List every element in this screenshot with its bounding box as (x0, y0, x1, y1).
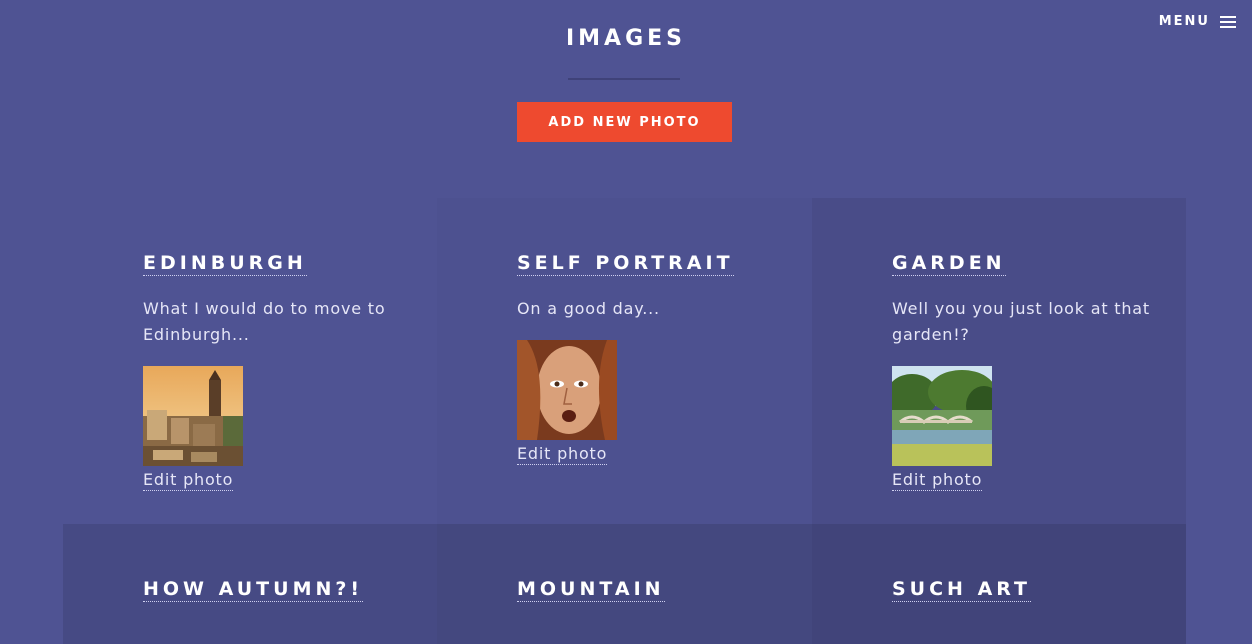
add-new-photo-button[interactable]: ADD NEW PHOTO (517, 102, 732, 142)
photo-grid: EDINBURGH What I would do to move to Edi… (63, 198, 1186, 644)
garden-photo[interactable] (892, 366, 992, 466)
edinburgh-photo[interactable] (143, 366, 243, 466)
edit-photo-link[interactable]: Edit photo (517, 444, 608, 465)
card-title[interactable]: SUCH ART (892, 577, 1032, 602)
photo-card-mountain: MOUNTAIN (437, 524, 812, 644)
card-description: What I would do to move to Edinburgh... (143, 299, 386, 344)
edit-photo-link[interactable]: Edit photo (143, 470, 234, 491)
title-divider (568, 78, 680, 80)
self-portrait-photo[interactable] (517, 340, 617, 440)
card-description: Well you you just look at that garden!? (892, 299, 1150, 344)
card-description: On a good day... (517, 299, 660, 318)
photo-card-self-portrait: SELF PORTRAIT On a good day... Edit phot… (437, 198, 812, 524)
photo-card-garden: GARDEN Well you you just look at that ga… (812, 198, 1186, 524)
photo-card-how-autumn: HOW AUTUMN?! (63, 524, 437, 644)
page-title: IMAGES (565, 26, 687, 51)
photo-card-such-art: SUCH ART (812, 524, 1186, 644)
photo-card-edinburgh: EDINBURGH What I would do to move to Edi… (63, 198, 437, 524)
card-title[interactable]: GARDEN (892, 251, 1006, 276)
edit-photo-link[interactable]: Edit photo (892, 470, 983, 491)
card-title[interactable]: MOUNTAIN (517, 577, 665, 602)
card-title[interactable]: HOW AUTUMN?! (143, 577, 364, 602)
card-title[interactable]: SELF PORTRAIT (517, 251, 734, 276)
card-title[interactable]: EDINBURGH (143, 251, 307, 276)
